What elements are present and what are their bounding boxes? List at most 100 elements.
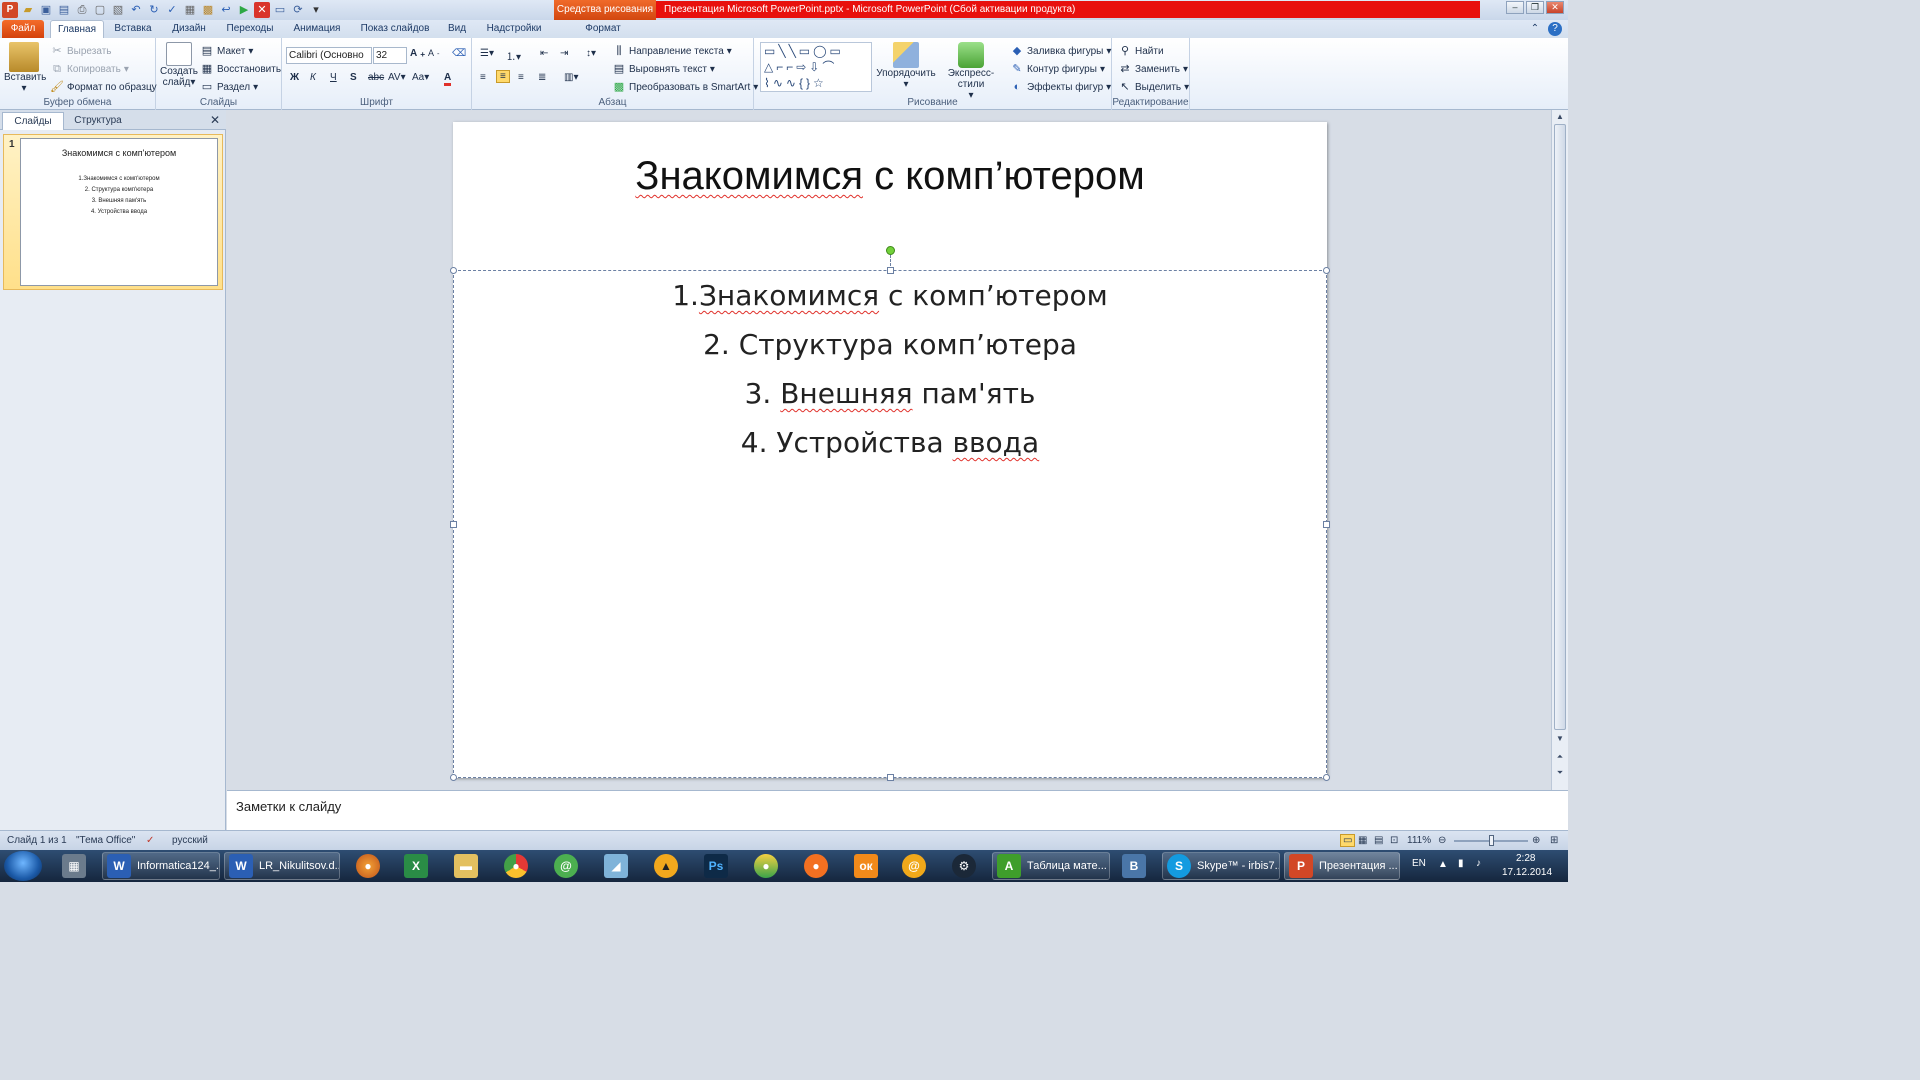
shape-effects-button[interactable]: ◐ Эффекты фигур ▾ [1010,80,1112,94]
clear-format-icon[interactable]: ⌫ [452,48,466,59]
bullet-item-2[interactable]: 2. Структура комп’ютера [454,328,1326,361]
shadow-icon[interactable]: S [350,72,357,83]
redo-icon[interactable]: ↻ [146,2,162,18]
origin-icon[interactable]: ● [800,852,828,880]
spacing-icon[interactable]: AV▾ [388,72,406,83]
taskbar-item-word-1[interactable]: W Informatica124_... [102,852,220,880]
powerpoint-icon[interactable]: P [2,2,18,18]
zoom-slider-knob[interactable] [1489,835,1494,846]
shrink-font-icon[interactable]: A- [428,48,440,58]
shape-fill-button[interactable]: ◆ Заливка фигуры ▾ [1010,44,1112,58]
decrease-indent-icon[interactable]: ⇤ [540,48,548,59]
new-icon[interactable]: ▢ [92,2,108,18]
restore-icon[interactable]: ❐ [1526,1,1544,14]
font-size-combo[interactable]: 32 [373,47,407,64]
clipboard-icon[interactable]: ▦ [182,2,198,18]
vertical-scrollbar[interactable]: ▲ ▼ ⏶ ⏷ [1551,110,1568,790]
content-placeholder[interactable]: 1.Знакомимся с комп’ютером 2. Структура … [450,267,1330,781]
tab-transitions[interactable]: Переходы [220,20,280,38]
panel-close-icon[interactable]: ✕ [210,113,220,127]
shape-outline-button[interactable]: ✎ Контур фигуры ▾ [1010,62,1105,76]
notes-app-icon[interactable]: ◢ [600,852,628,880]
vkontakte-icon[interactable]: В [1118,852,1146,880]
resize-handle-left[interactable] [450,521,457,528]
slide-sorter-icon[interactable]: ▦ [1358,835,1367,846]
bullet-item-4[interactable]: 4. Устройства ввода [454,426,1326,459]
slide-title[interactable]: Знакомимся с комп’ютером [453,154,1327,199]
justify-icon[interactable]: ≣ [538,72,546,83]
photoshop-icon[interactable]: Ps [700,852,728,880]
tab-home[interactable]: Главная [50,20,104,38]
copy-button[interactable]: ⧉ Копировать ▾ [50,62,129,76]
mail-icon[interactable]: @ [898,852,926,880]
tab-slides[interactable]: Слайды [2,112,64,130]
chrome-icon[interactable]: ● [500,852,528,880]
tab-insert[interactable]: Вставка [108,20,158,38]
tab-design[interactable]: Дизайн [164,20,214,38]
case-icon[interactable]: Aa▾ [412,72,429,83]
grow-font-icon[interactable]: A + [410,48,425,59]
quick-styles-button[interactable]: Экспресс-стили ▾ [938,42,1004,101]
bullet-item-3[interactable]: 3. Внешняя пам'ять [454,377,1326,410]
font-color-icon[interactable]: A [444,72,452,86]
resize-handle-right[interactable] [1323,521,1330,528]
refresh-icon[interactable]: ⟳ [290,2,306,18]
resize-handle-top-right[interactable] [1323,267,1330,274]
numbering-icon[interactable]: ⒈▾ [506,48,521,63]
keyboard-language[interactable]: EN [1412,858,1426,869]
slide-canvas[interactable]: Знакомимся с комп’ютером 1.Знакомимся с … [450,122,1330,781]
resize-handle-top[interactable] [887,267,894,274]
excel-icon[interactable]: X [400,852,428,880]
notes-pane[interactable]: Заметки к слайду [227,790,1568,830]
tab-animation[interactable]: Анимация [286,20,348,38]
format-painter-button[interactable]: 🖌 Формат по образцу [50,80,157,94]
tab-view[interactable]: Вид [442,20,472,38]
taskbar-item-word-2[interactable]: W LR_Nikulitsov.d... [224,852,340,880]
close-doc-icon[interactable]: ✕ [254,2,270,18]
cut-button[interactable]: ✂ Вырезать [50,44,111,58]
strikethrough-icon[interactable]: abc [368,72,384,83]
resize-handle-bottom-left[interactable] [450,774,457,781]
increase-indent-icon[interactable]: ⇥ [560,48,568,59]
network-icon[interactable]: ▮ [1458,858,1464,869]
normal-view-icon[interactable]: ▭ [1340,834,1356,847]
shapes-gallery[interactable]: ▭╲╲▭◯▭ △⌐⌐⇨⇩⌒ ⌇∿∿{}☆ [760,42,872,92]
resize-handle-bottom[interactable] [887,774,894,781]
spellcheck-status-icon[interactable]: ✓ [146,835,154,846]
firefox-icon[interactable]: ● [352,852,380,880]
ribbon-minimize-icon[interactable]: ⌃ [1528,22,1542,36]
tab-slideshow[interactable]: Показ слайдов [354,20,436,38]
folder-icon[interactable]: ▬ [450,852,478,880]
language[interactable]: русский [172,835,208,846]
window-icon[interactable]: ▭ [272,2,288,18]
aimp-icon[interactable]: ▲ [650,852,678,880]
slide-thumbnail[interactable]: Знакомимся с комп'ютером 1.Знакомимся с … [20,138,218,286]
spellcheck-icon[interactable]: ✓ [164,2,180,18]
scroll-thumb[interactable] [1554,124,1566,730]
steam-icon[interactable]: ⚙ [948,852,976,880]
mail-agent-icon[interactable]: @ [550,852,578,880]
close-icon[interactable]: ✕ [1546,1,1564,14]
zoom-level[interactable]: 111% [1407,835,1431,846]
bullet-item-1[interactable]: 1.Знакомимся с комп’ютером [454,279,1326,312]
preview-icon[interactable]: ▧ [110,2,126,18]
resize-handle-bottom-right[interactable] [1323,774,1330,781]
bullets-icon[interactable]: ☰▾ [480,48,494,59]
print-icon[interactable]: ⎙ [74,2,90,18]
minimize-icon[interactable]: – [1506,1,1524,14]
columns-icon[interactable]: ▥▾ [564,72,578,83]
taskbar-item-powerpoint[interactable]: P Презентация ... [1284,852,1400,880]
undo2-icon[interactable]: ↩ [218,2,234,18]
ball-app-icon[interactable]: ● [750,852,778,880]
clock-date[interactable]: 17.12.2014 [1502,867,1552,878]
zoom-in-icon[interactable]: ⊕ [1532,835,1540,846]
prev-slide-icon[interactable]: ⏶ [1553,750,1567,764]
underline-icon[interactable]: Ч [330,72,337,83]
text-direction-button[interactable]: ⫼ Направление текста ▾ [612,44,731,58]
line-spacing-icon[interactable]: ↕▾ [586,48,596,59]
bold-icon[interactable]: Ж [290,72,299,83]
odnoklassniki-icon[interactable]: ок [850,852,878,880]
replace-button[interactable]: ⇄ Заменить ▾ [1118,62,1188,76]
tab-outline[interactable]: Структура [66,112,130,130]
calculator-taskbar-icon[interactable]: ▦ [58,852,86,880]
